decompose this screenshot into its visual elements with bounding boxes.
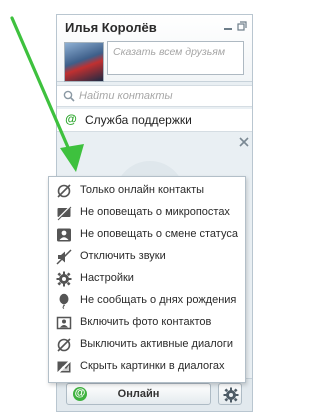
user-name: Илья Королёв <box>65 20 157 35</box>
avatar[interactable] <box>64 42 104 82</box>
menu-item-no-birthdays[interactable]: Не сообщать о днях рождения <box>49 290 245 312</box>
search-input[interactable]: Найти контакты <box>79 90 173 102</box>
contact-name: Служба поддержки <box>85 113 192 127</box>
settings-button[interactable] <box>218 383 242 405</box>
menu-item-label: Отключить звуки <box>80 250 166 262</box>
contact-item[interactable]: @ Служба поддержки <box>57 109 252 132</box>
status-label: Онлайн <box>117 388 160 400</box>
agent-at-icon: @ <box>64 112 78 127</box>
menu-item-label: Только онлайн контакты <box>80 184 205 196</box>
menu-item-label: Не оповещать о смене статуса <box>80 228 238 240</box>
contact-photo-icon <box>56 316 72 330</box>
menu-item-label: Скрыть картинки в диалогах <box>80 360 225 372</box>
menu-item-mute-microposts[interactable]: Не оповещать о микропостах <box>49 202 245 224</box>
close-icon[interactable] <box>239 137 249 147</box>
menu-item-mute-status[interactable]: Не оповещать о смене статуса <box>49 224 245 246</box>
gear-icon <box>56 271 72 287</box>
image-hide-icon <box>56 359 72 375</box>
status-input[interactable]: Сказать всем друзьям <box>107 41 244 75</box>
gear-icon <box>223 387 239 403</box>
minimize-icon[interactable] <box>223 21 233 31</box>
maximize-icon[interactable] <box>237 21 247 31</box>
menu-item-label: Включить фото контактов <box>80 316 212 328</box>
menu-item-label: Настройки <box>80 272 134 284</box>
menu-item-settings[interactable]: Настройки <box>49 268 245 290</box>
menu-item-dialogs-off[interactable]: Выключить активные диалоги <box>49 334 245 356</box>
mute-sounds-icon <box>56 249 72 265</box>
panel-header: Илья Королёв Сказать всем друзьям <box>57 15 252 82</box>
search-icon <box>63 90 75 102</box>
menu-item-label: Не сообщать о днях рождения <box>80 294 237 306</box>
search-field[interactable]: Найти контакты <box>57 85 252 107</box>
menu-item-hide-images[interactable]: Скрыть картинки в диалогах <box>49 356 245 378</box>
menu-item-label: Не оповещать о микропостах <box>80 206 230 218</box>
mute-microposts-icon <box>56 205 72 221</box>
dialog-off-icon <box>57 338 71 352</box>
menu-item-online-only[interactable]: Только онлайн контакты <box>49 180 245 202</box>
menu-item-contact-photos[interactable]: Включить фото контактов <box>49 312 245 334</box>
menu-item-mute-sounds[interactable]: Отключить звуки <box>49 246 245 268</box>
mute-status-icon <box>57 228 71 242</box>
settings-menu: Только онлайн контакты Не оповещать о ми… <box>48 176 246 383</box>
online-only-icon <box>57 184 71 198</box>
birthday-balloon-icon <box>59 293 69 309</box>
menu-item-label: Выключить активные диалоги <box>80 338 234 350</box>
status-button[interactable]: @ Онлайн <box>66 383 211 405</box>
